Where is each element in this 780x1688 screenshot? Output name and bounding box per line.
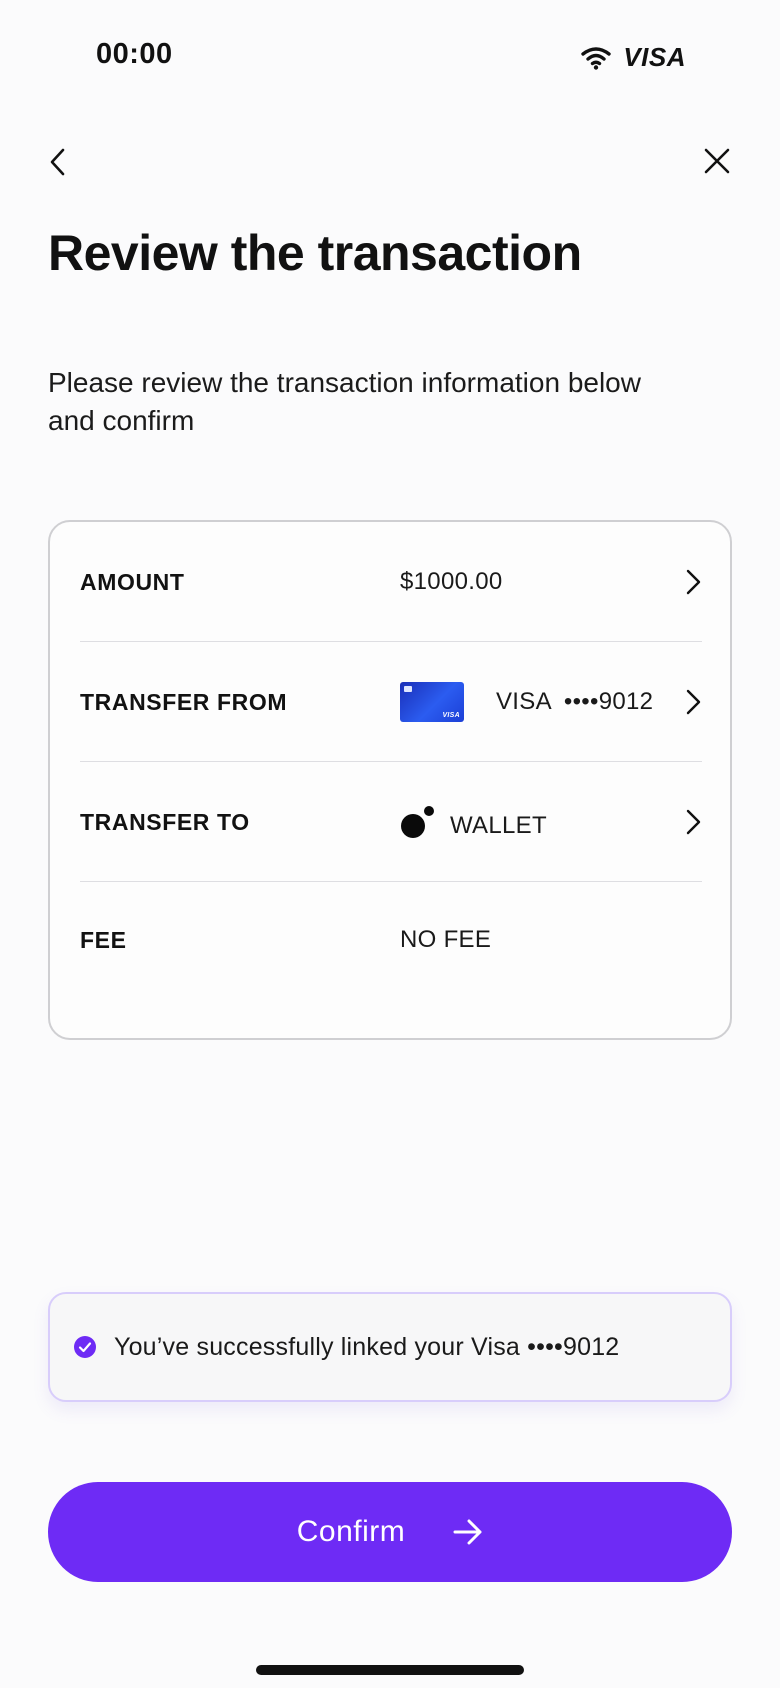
- check-circle-icon: [74, 1336, 96, 1358]
- bank-icon: [404, 686, 412, 692]
- chevron-right-icon[interactable]: [684, 808, 702, 836]
- card-brand: VISA: [496, 688, 552, 715]
- wallet-logo-icon: [401, 806, 434, 838]
- home-indicator[interactable]: [256, 1665, 524, 1675]
- card-thumbnail: VISA: [400, 682, 464, 722]
- success-toast: You’ve successfully linked your Visa •••…: [48, 1292, 732, 1402]
- page-title: Review the transaction: [48, 225, 582, 281]
- confirm-button[interactable]: Confirm: [48, 1482, 732, 1582]
- chevron-right-icon[interactable]: [684, 568, 702, 596]
- fee-row: FEE NO FEE: [80, 880, 702, 1000]
- transfer-to-label: TRANSFER TO: [80, 808, 250, 835]
- fee-value: NO FEE: [400, 926, 492, 953]
- card-thumbnail-brand: VISA: [442, 712, 460, 719]
- confirm-label: Confirm: [296, 1515, 406, 1548]
- amount-label: AMOUNT: [80, 568, 185, 595]
- toast-message: You’ve successfully linked your Visa •••…: [114, 1332, 620, 1361]
- transfer-from-row[interactable]: TRANSFER FROM VISA VISA ••••9012: [80, 642, 702, 762]
- transfer-from-value: VISA VISA ••••9012: [400, 682, 653, 722]
- chevron-right-icon[interactable]: [684, 688, 702, 716]
- review-transaction-screen: 00:00 VISA Review the transaction Please…: [0, 0, 780, 1688]
- status-brand-logo: VISA: [623, 42, 686, 72]
- chevron-left-icon[interactable]: [44, 146, 72, 178]
- transfer-from-label: TRANSFER FROM: [80, 688, 288, 715]
- wallet-label: WALLET: [450, 812, 547, 839]
- amount-value: $1000.00: [400, 568, 503, 595]
- transfer-to-row[interactable]: TRANSFER TO WALLET: [80, 762, 702, 882]
- status-bar-right: VISA: [581, 42, 686, 73]
- amount-row[interactable]: AMOUNT $1000.00: [80, 522, 702, 642]
- card-number-mask: ••••9012: [563, 688, 654, 715]
- status-time: 00:00: [96, 38, 173, 70]
- transaction-review-card: AMOUNT $1000.00 TRANSFER FROM VISA VISA …: [48, 520, 732, 1040]
- wifi-icon: [581, 46, 612, 70]
- fee-label: FEE: [80, 926, 127, 953]
- close-icon[interactable]: [702, 146, 732, 176]
- arrow-right-icon: [453, 1519, 482, 1545]
- page-subtitle: Please review the transaction informatio…: [48, 367, 641, 436]
- transfer-to-value: WALLET: [400, 804, 547, 840]
